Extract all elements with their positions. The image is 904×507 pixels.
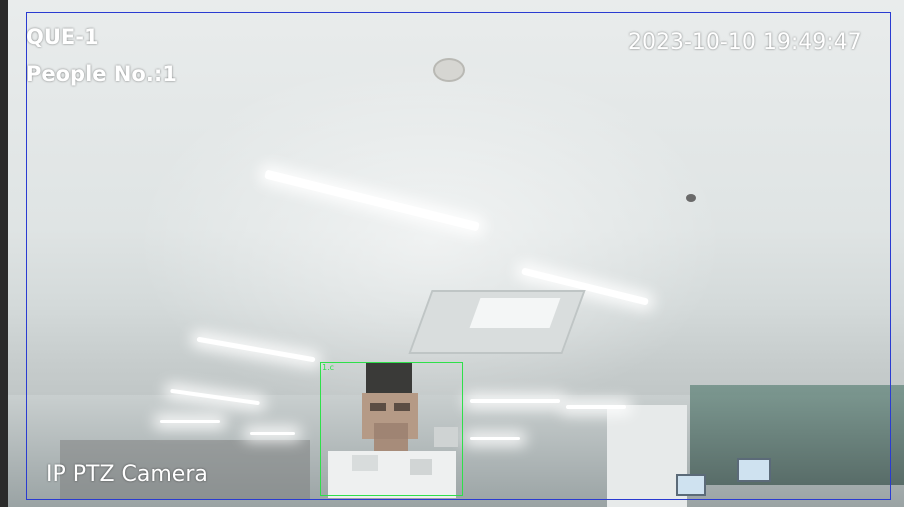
camera-video-frame: 1.c QUE-1 People No.:1 2023-10-10 19:49:… xyxy=(0,0,904,507)
camera-name: IP PTZ Camera xyxy=(46,462,208,487)
people-count: People No.:1 xyxy=(26,62,177,86)
frame-edge xyxy=(0,0,8,507)
queue-rule-name: QUE-1 xyxy=(26,25,99,49)
timestamp: 2023-10-10 19:49:47 xyxy=(628,30,862,55)
